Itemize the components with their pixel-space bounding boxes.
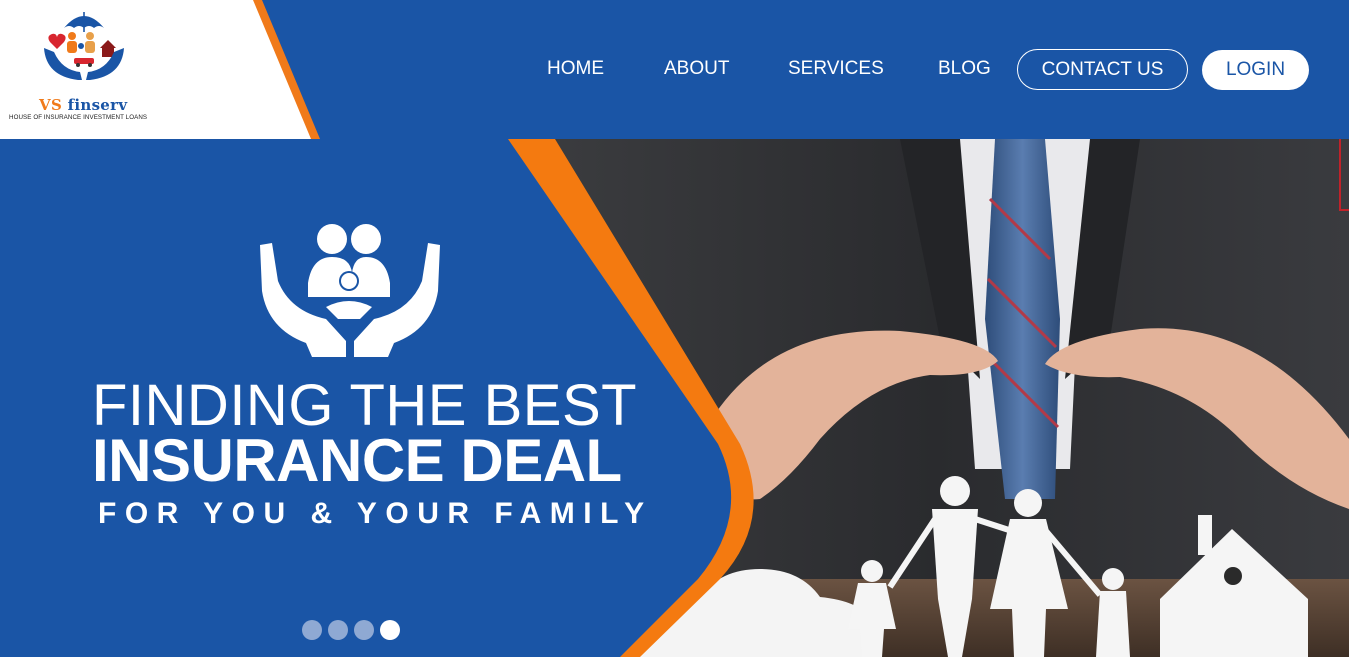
nav-home[interactable]: HOME <box>547 58 604 80</box>
hero-slider: FINDING THE BEST INSURANCE DEAL FOR YOU … <box>0 139 1349 657</box>
nav-about[interactable]: ABOUT <box>664 58 729 80</box>
slider-dot-2[interactable] <box>328 620 348 640</box>
slider-pagination <box>302 620 400 640</box>
slider-dot-3[interactable] <box>354 620 374 640</box>
slider-dot-4-active[interactable] <box>380 620 400 640</box>
hero-subheadline: FOR YOU & YOUR FAMILY <box>98 497 653 530</box>
contact-us-button[interactable]: CONTACT US <box>1017 49 1188 90</box>
nav-blog[interactable]: BLOG <box>938 58 991 80</box>
site-header: VS finserv HOUSE OF INSURANCE INVESTMENT… <box>0 0 1349 139</box>
main-nav: HOME ABOUT SERVICES BLOG CONTACT US LOGI… <box>0 0 1349 139</box>
login-button[interactable]: LOGIN <box>1202 50 1309 90</box>
side-tab[interactable] <box>1339 139 1349 211</box>
nav-services[interactable]: SERVICES <box>788 58 884 80</box>
slider-dot-1[interactable] <box>302 620 322 640</box>
family-protection-hands-icon <box>260 224 440 357</box>
hero-headline-line2: INSURANCE DEAL <box>92 427 622 494</box>
